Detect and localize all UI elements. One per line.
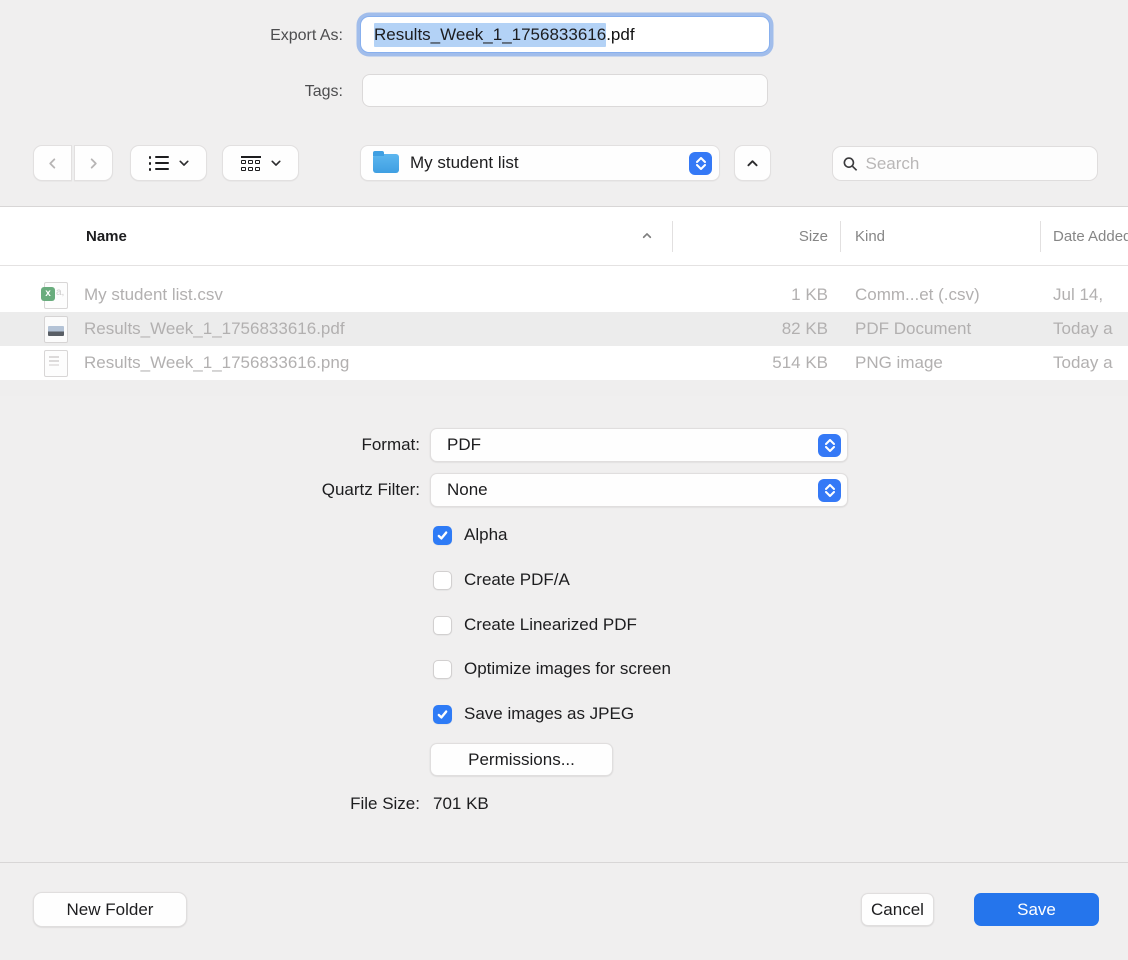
list-view-icon xyxy=(149,156,169,170)
tags-input[interactable] xyxy=(362,74,768,107)
list-view-button[interactable] xyxy=(130,145,207,181)
checkbox-icon xyxy=(433,526,452,545)
csv-file-icon xyxy=(44,282,68,309)
filename-selected-text: Results_Week_1_1756833616 xyxy=(374,23,606,47)
column-divider[interactable] xyxy=(1040,221,1041,252)
footer-divider xyxy=(0,862,1128,863)
checkbox-icon xyxy=(433,616,452,635)
folder-icon xyxy=(373,154,399,173)
quartz-filter-popup-value: None xyxy=(447,480,818,500)
sort-ascending-icon xyxy=(642,231,652,241)
checkbox-optimize-images[interactable]: Optimize images for screen xyxy=(433,659,671,679)
tags-label: Tags: xyxy=(0,83,343,101)
format-label: Format: xyxy=(0,435,420,455)
file-size-label: File Size: xyxy=(0,794,420,814)
file-list-header: Name Size Kind Date Added xyxy=(0,207,1128,266)
filename-input[interactable]: Results_Week_1_1756833616.pdf xyxy=(360,16,770,53)
file-list: My student list.csv 1 KB Comm...et (.csv… xyxy=(0,266,1128,396)
checkbox-alpha[interactable]: Alpha xyxy=(433,525,507,545)
chevron-left-icon xyxy=(47,158,58,169)
popup-stepper-icon xyxy=(818,434,841,457)
column-header-size[interactable]: Size xyxy=(672,228,840,245)
column-divider[interactable] xyxy=(840,221,841,252)
checkbox-icon xyxy=(433,705,452,724)
group-view-icon xyxy=(241,156,261,171)
column-header-name[interactable]: Name xyxy=(0,228,672,245)
export-as-label: Export As: xyxy=(0,27,343,45)
parent-folder-button[interactable] xyxy=(734,145,771,181)
column-header-kind[interactable]: Kind xyxy=(840,228,1040,245)
column-divider[interactable] xyxy=(672,221,673,252)
checkbox-icon xyxy=(433,571,452,590)
table-row[interactable]: My student list.csv 1 KB Comm...et (.csv… xyxy=(0,278,1128,312)
search-field[interactable] xyxy=(832,146,1098,181)
file-browser: Name Size Kind Date Added My student lis… xyxy=(0,206,1128,396)
popup-stepper-icon xyxy=(818,479,841,502)
chevron-down-icon xyxy=(271,158,281,168)
column-header-date-added[interactable]: Date Added xyxy=(1040,228,1128,245)
popup-stepper-icon xyxy=(689,152,712,175)
location-popup[interactable]: My student list xyxy=(360,145,720,181)
checkbox-create-pdfa[interactable]: Create PDF/A xyxy=(433,570,570,590)
search-input[interactable] xyxy=(866,154,1087,174)
new-folder-button[interactable]: New Folder xyxy=(33,892,187,927)
quartz-filter-popup[interactable]: None xyxy=(430,473,848,507)
table-row[interactable]: Results_Week_1_1756833616.png 514 KB PNG… xyxy=(0,346,1128,380)
checkbox-create-linearized-pdf[interactable]: Create Linearized PDF xyxy=(433,615,637,635)
group-view-button[interactable] xyxy=(222,145,299,181)
chevron-up-icon xyxy=(747,158,758,169)
png-file-icon xyxy=(44,350,68,377)
filename-extension: .pdf xyxy=(606,25,634,45)
checkbox-icon xyxy=(433,660,452,679)
empty-row-stripe xyxy=(0,380,1128,396)
save-button[interactable]: Save xyxy=(974,893,1099,926)
back-button[interactable] xyxy=(33,145,72,181)
format-popup-value: PDF xyxy=(447,435,818,455)
chevron-right-icon xyxy=(88,158,99,169)
quartz-filter-label: Quartz Filter: xyxy=(0,480,420,500)
permissions-button[interactable]: Permissions... xyxy=(430,743,613,776)
cancel-button[interactable]: Cancel xyxy=(861,893,934,926)
checkbox-save-images-jpeg[interactable]: Save images as JPEG xyxy=(433,704,634,724)
location-popup-value: My student list xyxy=(410,153,689,173)
chevron-down-icon xyxy=(179,158,189,168)
file-size-value: 701 KB xyxy=(433,794,489,814)
export-save-dialog: Export As: Results_Week_1_1756833616.pdf… xyxy=(0,0,1128,960)
pdf-file-icon xyxy=(44,316,68,343)
table-row[interactable]: Results_Week_1_1756833616.pdf 82 KB PDF … xyxy=(0,312,1128,346)
search-icon xyxy=(843,156,858,172)
format-popup[interactable]: PDF xyxy=(430,428,848,462)
forward-button[interactable] xyxy=(74,145,113,181)
